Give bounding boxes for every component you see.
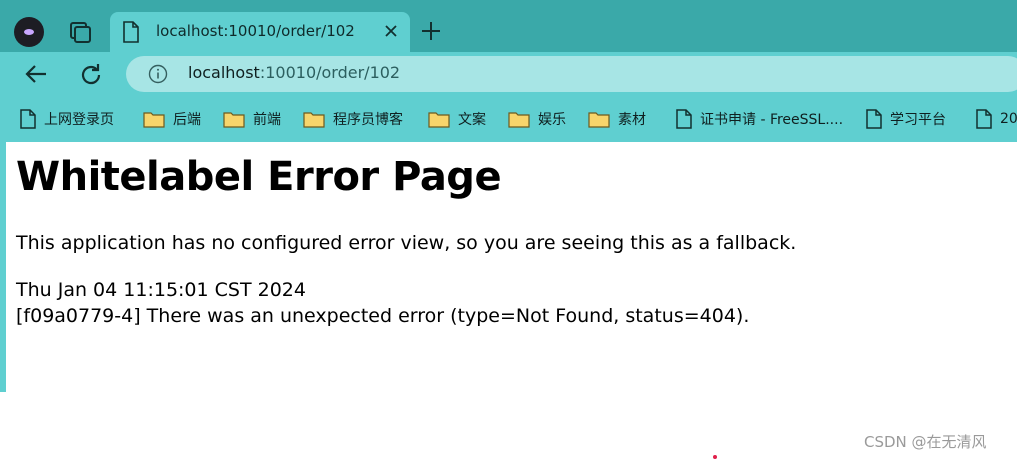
tab-title: localhost:10010/order/102 xyxy=(156,22,355,40)
red-dot xyxy=(713,455,717,459)
profile-icon xyxy=(24,29,34,35)
bookmark-item[interactable]: 20 xyxy=(976,104,1017,134)
error-timestamp: Thu Jan 04 11:15:01 CST 2024 xyxy=(16,279,306,301)
back-arrow-icon[interactable] xyxy=(22,60,50,88)
bookmark-folder[interactable]: 前端 xyxy=(223,104,281,134)
bookmark-folder[interactable]: 后端 xyxy=(143,104,201,134)
address-bar[interactable]: localhost:10010/order/102 xyxy=(126,56,1017,92)
error-description: This application has no configured error… xyxy=(16,232,797,254)
folder-icon xyxy=(303,112,325,128)
page-icon xyxy=(866,109,882,129)
bookmark-label: 娱乐 xyxy=(538,112,566,128)
page-icon xyxy=(976,109,992,129)
bookmark-folder[interactable]: 程序员博客 xyxy=(303,104,403,134)
folder-icon xyxy=(588,112,610,128)
bookmark-label: 程序员博客 xyxy=(333,112,403,128)
bookmark-item[interactable]: 学习平台 xyxy=(866,104,946,134)
bookmark-label: 上网登录页 xyxy=(44,112,114,128)
watermark: CSDN @在无清风 xyxy=(864,433,987,451)
bookmark-folder[interactable]: 娱乐 xyxy=(508,104,566,134)
bookmark-folder[interactable]: 素材 xyxy=(588,104,646,134)
page-icon xyxy=(676,109,692,129)
bookmark-label: 素材 xyxy=(618,112,646,128)
new-tab-icon[interactable] xyxy=(418,18,444,44)
page-icon xyxy=(20,109,36,129)
reload-icon[interactable] xyxy=(76,60,106,90)
folder-icon xyxy=(143,112,165,128)
info-icon[interactable] xyxy=(148,64,168,84)
url-path: :10010/order/102 xyxy=(259,63,401,82)
bookmark-item[interactable]: 上网登录页 xyxy=(20,104,114,134)
bookmark-label: 前端 xyxy=(253,112,281,128)
bookmark-folder[interactable]: 文案 xyxy=(428,104,486,134)
bookmark-item[interactable]: 证书申请 - FreeSSL.... xyxy=(676,104,843,134)
workspaces-icon[interactable] xyxy=(64,18,94,46)
close-icon[interactable] xyxy=(380,20,402,42)
url-text[interactable]: localhost:10010/order/102 xyxy=(188,63,400,82)
bookmark-label: 文案 xyxy=(458,112,486,128)
bookmark-label: 后端 xyxy=(173,112,201,128)
profile-avatar[interactable] xyxy=(14,17,44,47)
bookmark-label: 学习平台 xyxy=(890,112,946,128)
page-icon xyxy=(123,21,139,43)
folder-icon xyxy=(223,112,245,128)
folder-icon xyxy=(508,112,530,128)
url-host: localhost xyxy=(188,63,260,82)
error-message: [f09a0779-4] There was an unexpected err… xyxy=(16,305,750,327)
bookmarks-bar: 上网登录页 后端 前端 程序员博客 文案 娱乐 素材 证书申请 - FreeSS… xyxy=(0,104,1017,134)
active-tab[interactable]: localhost:10010/order/102 xyxy=(110,12,410,52)
page-title: Whitelabel Error Page xyxy=(16,154,502,200)
bookmark-label: 20 xyxy=(1000,111,1017,127)
bookmark-label: 证书申请 - FreeSSL.... xyxy=(700,112,844,128)
folder-icon xyxy=(428,112,450,128)
